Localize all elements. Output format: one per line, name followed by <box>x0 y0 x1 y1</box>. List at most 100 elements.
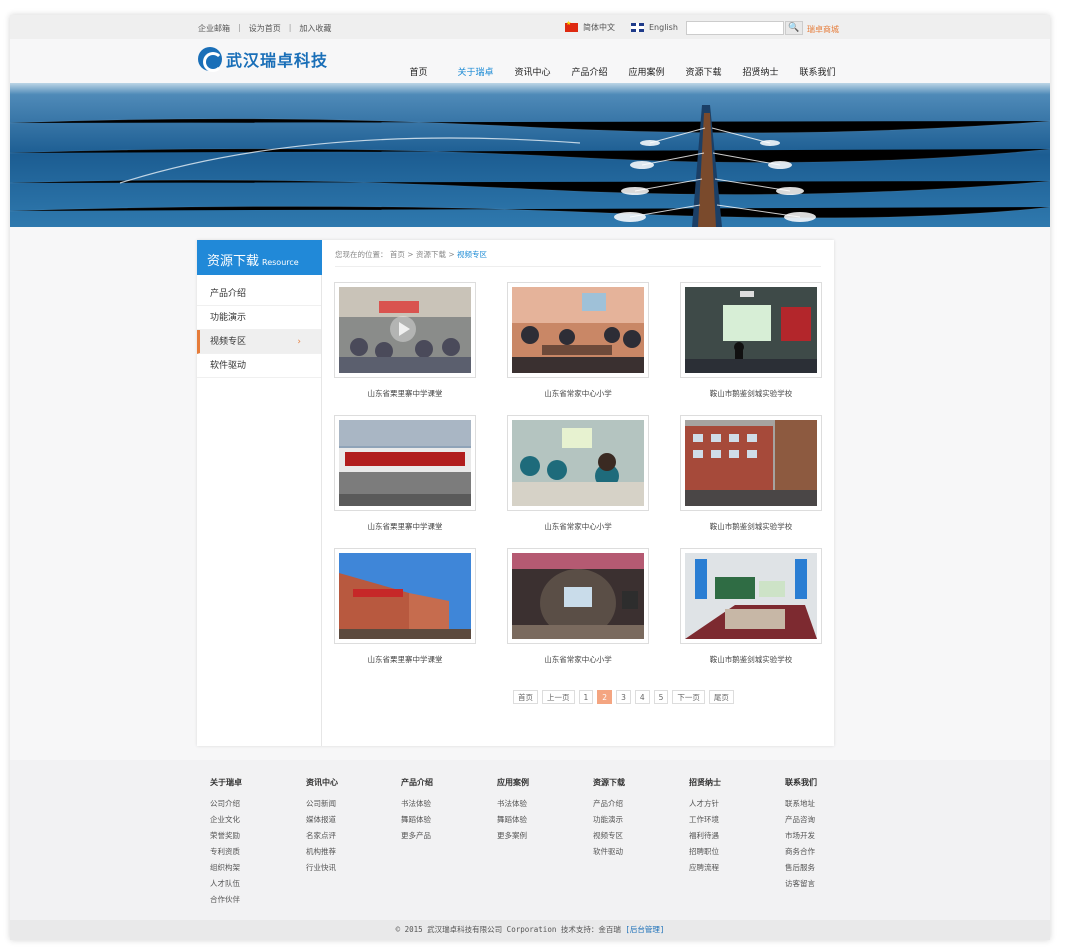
hero-banner <box>10 83 1050 227</box>
video-thumbnail[interactable] <box>339 420 471 506</box>
footer-link[interactable]: 舞蹈体验 <box>497 814 529 830</box>
sidebar-item-product-intro[interactable]: 产品介绍 <box>197 282 321 306</box>
footer-link[interactable]: 人才方针 <box>689 798 721 814</box>
footer-link[interactable]: 功能演示 <box>593 814 625 830</box>
nav-cases[interactable]: 应用案例 <box>618 65 675 78</box>
breadcrumb-prefix: 您现在的位置： <box>335 250 388 259</box>
pager-page-1[interactable]: 1 <box>578 690 594 704</box>
video-thumbnail[interactable] <box>685 420 817 506</box>
footer-link[interactable]: 企业文化 <box>210 814 242 830</box>
footer-link[interactable]: 舞蹈体验 <box>401 814 433 830</box>
video-item[interactable]: 鞍山市鹅鉴剑城实验学校 <box>680 548 822 665</box>
video-caption[interactable]: 山东省栗里寨中学课堂 <box>334 521 476 532</box>
footer-link[interactable]: 软件驱动 <box>593 846 625 862</box>
footer-link[interactable]: 公司新闻 <box>306 798 338 814</box>
lang-english-link[interactable]: English <box>649 23 678 32</box>
nav-careers[interactable]: 招贤纳士 <box>732 65 789 78</box>
footer-link[interactable]: 名家点评 <box>306 830 338 846</box>
video-item[interactable]: 山东省常家中心小学 <box>507 548 649 665</box>
sidebar-item-video[interactable]: 视频专区 <box>197 330 321 354</box>
video-caption[interactable]: 山东省常家中心小学 <box>507 654 649 665</box>
footer-link[interactable]: 更多产品 <box>401 830 433 846</box>
pager-page-4[interactable]: 4 <box>634 690 650 704</box>
logo[interactable]: 武汉瑞卓科技 <box>198 47 328 72</box>
footer-link[interactable]: 工作环境 <box>689 814 721 830</box>
video-caption[interactable]: 鞍山市鹅鉴剑城实验学校 <box>680 521 822 532</box>
footer-link[interactable]: 机构推荐 <box>306 846 338 862</box>
footer-link[interactable]: 售后服务 <box>785 862 817 878</box>
nav-downloads[interactable]: 资源下载 <box>675 65 732 78</box>
footer-link[interactable]: 访客留言 <box>785 878 817 894</box>
search-button[interactable]: 🔍 <box>785 21 803 35</box>
footer-link[interactable]: 媒体报道 <box>306 814 338 830</box>
uk-flag-icon[interactable] <box>631 23 644 32</box>
footer-link[interactable]: 产品介绍 <box>593 798 625 814</box>
footer-link[interactable]: 市场开发 <box>785 830 817 846</box>
breadcrumb-parent[interactable]: 资源下载 <box>416 250 446 259</box>
sidebar-item-demo[interactable]: 功能演示 <box>197 306 321 330</box>
video-item[interactable]: 山东省常家中心小学 <box>507 415 649 532</box>
footer-link[interactable]: 合作伙伴 <box>210 894 242 910</box>
lang-chinese-link[interactable]: 简体中文 <box>583 22 615 33</box>
nav-products[interactable]: 产品介绍 <box>561 65 618 78</box>
video-item[interactable]: 鞍山市鹅鉴剑城实验学校 <box>680 415 822 532</box>
footer-link[interactable]: 视频专区 <box>593 830 625 846</box>
video-thumbnail[interactable] <box>512 287 644 373</box>
search-input[interactable] <box>686 21 784 35</box>
footer-link[interactable]: 公司介绍 <box>210 798 242 814</box>
video-caption[interactable]: 山东省栗里寨中学课堂 <box>334 654 476 665</box>
nav-about[interactable]: 关于瑞卓 <box>447 65 504 78</box>
pager-next[interactable]: 下一页 <box>672 690 705 704</box>
set-homepage-link[interactable]: 设为首页 <box>249 23 281 34</box>
nav-news[interactable]: 资讯中心 <box>504 65 561 78</box>
footer-link[interactable]: 产品咨询 <box>785 814 817 830</box>
pager-page-3[interactable]: 3 <box>616 690 631 704</box>
china-flag-icon[interactable] <box>565 20 578 32</box>
company-mail-link[interactable]: 企业邮箱 <box>198 23 230 34</box>
footer-link[interactable]: 组织构架 <box>210 862 242 878</box>
video-caption[interactable]: 山东省常家中心小学 <box>507 388 649 399</box>
video-thumbnail[interactable] <box>339 553 471 639</box>
footer-link[interactable]: 应聘流程 <box>689 862 721 878</box>
footer-link[interactable]: 招聘职位 <box>689 846 721 862</box>
video-thumbnail[interactable] <box>685 553 817 639</box>
pager-page-5[interactable]: 5 <box>653 690 669 704</box>
nav-contact[interactable]: 联系我们 <box>789 65 846 78</box>
video-thumbnail[interactable] <box>512 553 644 639</box>
breadcrumb-home[interactable]: 首页 <box>390 250 405 259</box>
video-item[interactable]: 山东省常家中心小学 <box>507 282 649 399</box>
footer-link[interactable]: 书法体验 <box>497 798 529 814</box>
pager-first[interactable]: 首页 <box>513 690 538 704</box>
footer-link[interactable]: 专利资质 <box>210 846 242 862</box>
footer-col-title: 联系我们 <box>785 778 817 787</box>
video-caption[interactable]: 山东省栗里寨中学课堂 <box>334 388 476 399</box>
footer-link[interactable]: 联系地址 <box>785 798 817 814</box>
add-favorite-link[interactable]: 加入收藏 <box>299 23 331 34</box>
pager-last[interactable]: 尾页 <box>708 690 734 704</box>
pager-page-2[interactable]: 2 <box>597 690 613 704</box>
footer-link[interactable]: 人才队伍 <box>210 878 242 894</box>
footer-link[interactable]: 书法体验 <box>401 798 433 814</box>
video-item[interactable]: 山东省栗里寨中学课堂 <box>334 282 476 399</box>
pager-prev[interactable]: 上一页 <box>542 690 575 704</box>
video-item[interactable]: 鞍山市鹅鉴剑城实验学校 <box>680 282 822 399</box>
nav-home[interactable]: 首页 <box>390 65 447 78</box>
video-item[interactable]: 山东省栗里寨中学课堂 <box>334 415 476 532</box>
admin-link[interactable]: [后台管理] <box>625 925 664 934</box>
video-item[interactable]: 山东省栗里寨中学课堂 <box>334 548 476 665</box>
video-caption[interactable]: 山东省常家中心小学 <box>507 521 649 532</box>
footer-link[interactable]: 荣誉奖励 <box>210 830 242 846</box>
footer-link[interactable]: 更多案例 <box>497 830 529 846</box>
video-thumbnail[interactable] <box>685 287 817 373</box>
footer-link[interactable]: 行业快讯 <box>306 862 338 878</box>
video-thumbnail[interactable] <box>339 287 471 373</box>
footer-link[interactable]: 福利待遇 <box>689 830 721 846</box>
video-thumbnail[interactable] <box>512 420 644 506</box>
sidebar-item-drivers[interactable]: 软件驱动 <box>197 354 321 378</box>
video-caption[interactable]: 鞍山市鹅鉴剑城实验学校 <box>680 654 822 665</box>
breadcrumb: 您现在的位置： 首页 > 资源下载 > 视频专区 <box>335 249 821 267</box>
footer-link[interactable]: 商务合作 <box>785 846 817 862</box>
video-caption[interactable]: 鞍山市鹅鉴剑城实验学校 <box>680 388 822 399</box>
footer-col-products: 产品介绍 书法体验 舞蹈体验 更多产品 <box>401 777 433 846</box>
mall-link[interactable]: 瑞卓商城 <box>807 24 839 35</box>
